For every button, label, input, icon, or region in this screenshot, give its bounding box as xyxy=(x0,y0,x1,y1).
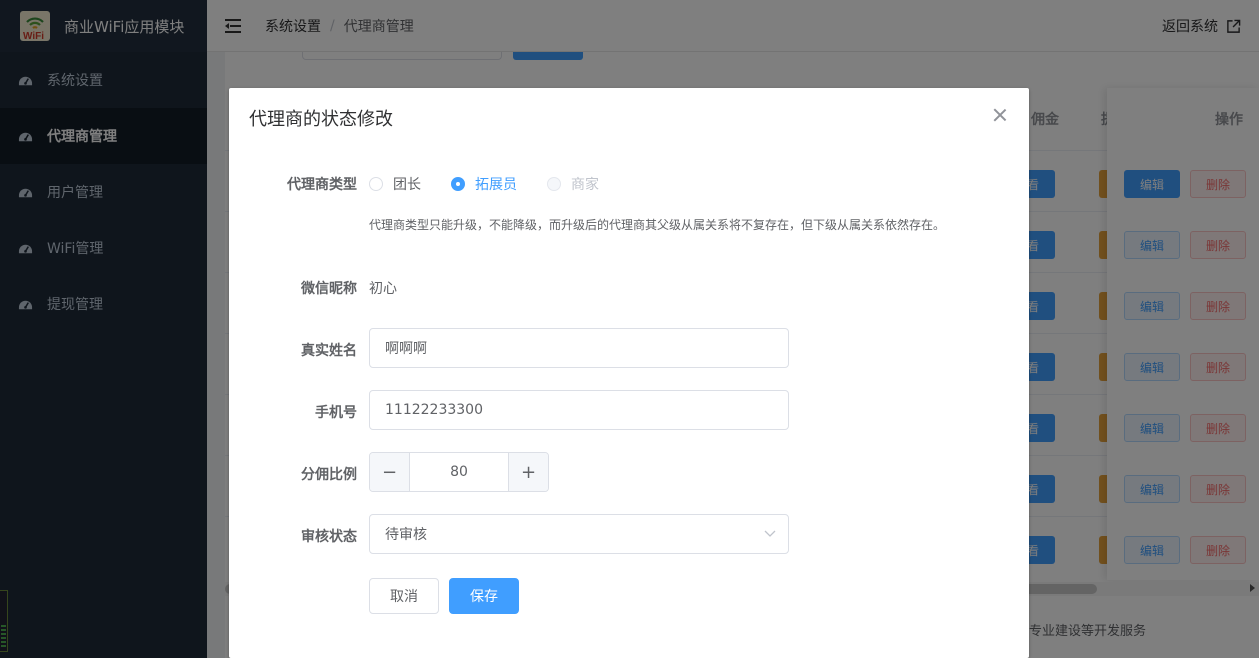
nickname-value: 初心 xyxy=(369,281,397,297)
radio-label: 商家 xyxy=(571,177,599,193)
radio-team-leader[interactable]: 团长 xyxy=(369,174,421,194)
commission-ratio-input[interactable]: 80 xyxy=(410,453,508,491)
commission-ratio-label: 分佣比例 xyxy=(301,467,357,483)
agent-type-hint: 代理商类型只能升级，不能降级，而升级后的代理商其父级从属关系将不复存在，但下级从… xyxy=(369,218,946,232)
increase-button[interactable]: + xyxy=(508,453,548,491)
review-status-select[interactable]: 待审核 xyxy=(369,514,789,554)
chevron-down-icon xyxy=(764,530,776,537)
cancel-button[interactable]: 取消 xyxy=(369,578,439,614)
dialog-title: 代理商的状态修改 xyxy=(249,109,393,130)
close-icon[interactable] xyxy=(993,108,1007,122)
radio-dot-icon xyxy=(369,177,383,191)
decrease-button[interactable]: − xyxy=(370,453,410,491)
review-status-label: 审核状态 xyxy=(301,529,357,545)
radio-merchant: 商家 xyxy=(547,174,599,194)
nickname-label: 微信昵称 xyxy=(301,281,357,297)
review-status-value: 待审核 xyxy=(385,527,427,543)
agent-status-dialog: 代理商的状态修改 代理商类型 团长 拓展员 商家 代理商类型只能升级，不能降级，… xyxy=(229,88,1029,658)
real-name-label: 真实姓名 xyxy=(301,343,357,359)
commission-ratio-stepper: − 80 + xyxy=(369,452,549,492)
radio-dot-icon xyxy=(451,177,465,191)
phone-input[interactable] xyxy=(369,390,789,430)
radio-label: 团长 xyxy=(393,177,421,193)
phone-label: 手机号 xyxy=(315,405,357,421)
radio-dot-icon xyxy=(547,177,561,191)
radio-label: 拓展员 xyxy=(475,177,517,193)
agent-type-label: 代理商类型 xyxy=(287,177,357,193)
real-name-input[interactable] xyxy=(369,328,789,368)
save-button[interactable]: 保存 xyxy=(449,578,519,614)
radio-promoter[interactable]: 拓展员 xyxy=(451,174,517,194)
